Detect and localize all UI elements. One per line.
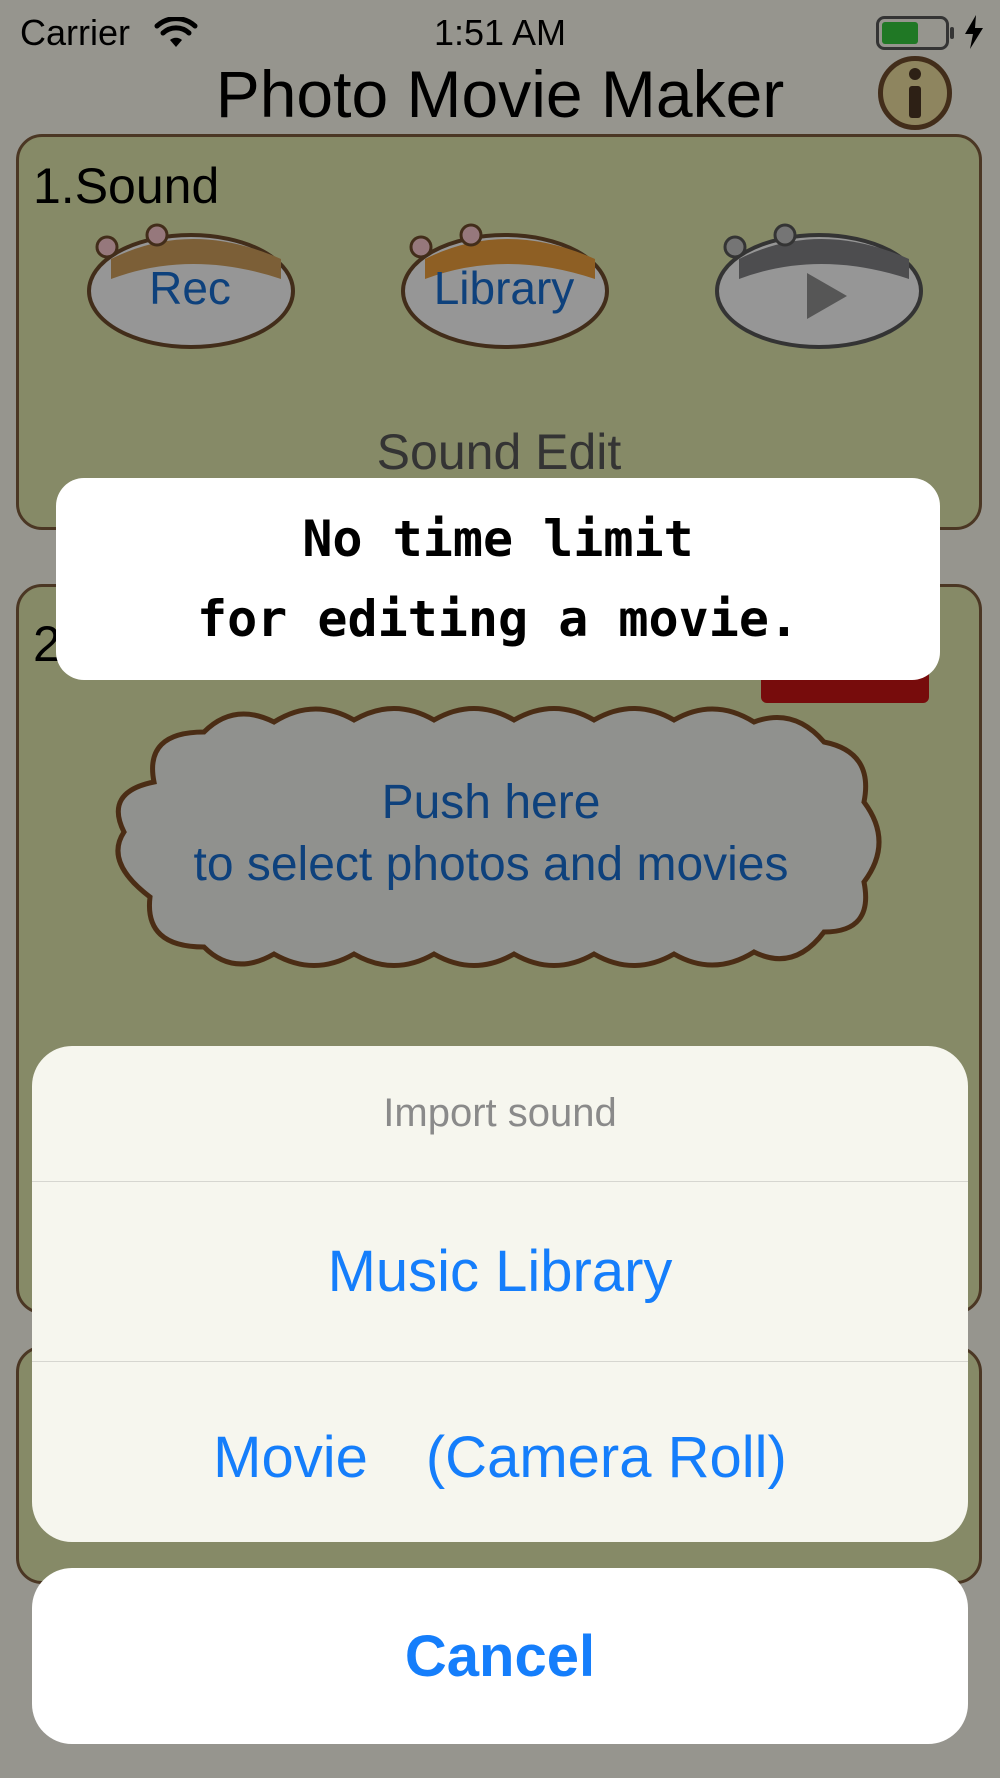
movie-camera-roll-button[interactable]: Movie (Camera Roll)	[32, 1362, 968, 1542]
promo-line-1: No time limit	[302, 510, 694, 568]
action-sheet-title: Import sound	[32, 1046, 968, 1182]
import-sound-action-sheet: Import sound Music Library Movie (Camera…	[32, 1046, 968, 1542]
promo-banner: No time limit for editing a movie.	[56, 478, 940, 680]
music-library-button[interactable]: Music Library	[32, 1182, 968, 1362]
cancel-button[interactable]: Cancel	[32, 1568, 968, 1744]
promo-line-2: for editing a movie.	[196, 590, 800, 648]
